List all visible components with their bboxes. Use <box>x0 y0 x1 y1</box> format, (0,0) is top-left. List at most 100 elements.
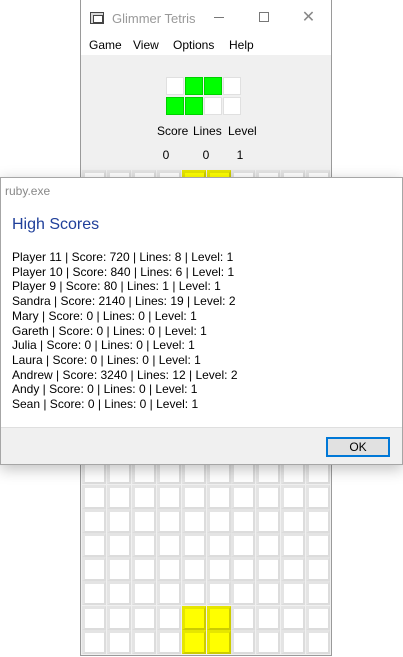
board-cell <box>107 509 131 533</box>
board-cell <box>182 533 206 557</box>
board-cell <box>231 630 255 654</box>
menu-game[interactable]: Game <box>89 38 122 52</box>
preview-block <box>166 97 184 115</box>
board-cell <box>231 533 255 557</box>
close-button[interactable]: ✕ <box>286 0 331 34</box>
menu-view[interactable]: View <box>133 38 159 52</box>
board-block <box>182 606 206 630</box>
board-cell <box>82 509 106 533</box>
board-cell <box>107 630 131 654</box>
preview-empty-cell <box>223 77 241 95</box>
score-entry: Mary | Score: 0 | Lines: 0 | Level: 1 <box>12 308 197 323</box>
board-cell <box>157 485 181 509</box>
score-entry: Andrew | Score: 3240 | Lines: 12 | Level… <box>12 367 238 382</box>
board-cell <box>182 581 206 605</box>
lines-label: Lines <box>193 124 222 138</box>
board-cell <box>82 581 106 605</box>
board-cell <box>207 533 231 557</box>
board-cell <box>281 606 305 630</box>
dialog-title: ruby.exe <box>5 184 51 198</box>
menu-options[interactable]: Options <box>173 38 214 52</box>
board-cell <box>107 606 131 630</box>
board-cell <box>256 485 280 509</box>
menu-bar: Game View Options Help <box>81 34 331 55</box>
board-cell <box>132 557 156 581</box>
preview-empty-cell <box>223 97 241 115</box>
board-cell <box>256 557 280 581</box>
score-entry: Sandra | Score: 2140 | Lines: 19 | Level… <box>12 294 236 309</box>
board-cell <box>281 533 305 557</box>
minimize-button[interactable] <box>196 0 241 34</box>
board-cell <box>256 581 280 605</box>
board-cell <box>281 485 305 509</box>
board-cell <box>132 581 156 605</box>
title-bar[interactable]: Glimmer Tetris ✕ <box>81 0 331 34</box>
board-cell <box>132 606 156 630</box>
board-cell <box>306 606 330 630</box>
close-icon: ✕ <box>301 9 316 26</box>
board-cell <box>107 533 131 557</box>
board-cell <box>207 581 231 605</box>
board-cell <box>82 533 106 557</box>
high-scores-dialog: ruby.exe High Scores Player 11 | Score: … <box>0 177 403 465</box>
ok-button[interactable]: OK <box>326 437 390 457</box>
maximize-icon <box>258 12 269 22</box>
board-cell <box>132 485 156 509</box>
score-entry: Player 10 | Score: 840 | Lines: 6 | Leve… <box>12 264 235 279</box>
score-entry: Player 9 | Score: 80 | Lines: 1 | Level:… <box>12 279 221 294</box>
board-cell <box>132 509 156 533</box>
board-cell <box>132 533 156 557</box>
level-value: 1 <box>236 148 244 162</box>
board-block <box>207 630 231 654</box>
board-cell <box>231 606 255 630</box>
board-cell <box>157 606 181 630</box>
menu-help[interactable]: Help <box>229 38 254 52</box>
board-cell <box>182 557 206 581</box>
score-entry: Laura | Score: 0 | Lines: 0 | Level: 1 <box>12 352 201 367</box>
minimize-icon <box>213 16 224 18</box>
next-piece-preview <box>166 77 244 117</box>
board-cell <box>256 606 280 630</box>
dialog-footer: OK <box>1 427 402 464</box>
preview-block <box>185 77 203 95</box>
board-cell <box>306 581 330 605</box>
board-block <box>207 606 231 630</box>
score-entry: Sean | Score: 0 | Lines: 0 | Level: 1 <box>12 397 199 412</box>
board-cell <box>82 557 106 581</box>
level-label: Level <box>228 124 257 138</box>
preview-empty-cell <box>204 97 222 115</box>
board-cell <box>82 606 106 630</box>
board-cell <box>256 533 280 557</box>
score-entry: Player 11 | Score: 720 | Lines: 8 | Leve… <box>12 250 234 264</box>
window-title: Glimmer Tetris <box>112 11 196 26</box>
board-cell <box>256 509 280 533</box>
board-block <box>182 630 206 654</box>
preview-block <box>185 97 203 115</box>
board-cell <box>132 630 156 654</box>
board-cell <box>207 509 231 533</box>
board-cell <box>107 581 131 605</box>
board-cell <box>306 485 330 509</box>
score-value: 0 <box>162 148 170 162</box>
high-score-list: Player 11 | Score: 720 | Lines: 8 | Leve… <box>12 250 238 412</box>
board-cell <box>82 485 106 509</box>
board-cell <box>306 630 330 654</box>
board-cell <box>157 630 181 654</box>
board-cell <box>182 485 206 509</box>
board-cell <box>231 581 255 605</box>
board-cell <box>207 485 231 509</box>
board-cell <box>157 533 181 557</box>
board-cell <box>207 557 231 581</box>
board-cell <box>281 509 305 533</box>
score-label: Score <box>157 124 189 138</box>
board-cell <box>306 533 330 557</box>
board-cell <box>157 581 181 605</box>
board-cell <box>82 630 106 654</box>
board-cell <box>107 557 131 581</box>
score-entry: Andy | Score: 0 | Lines: 0 | Level: 1 <box>12 382 198 397</box>
maximize-button[interactable] <box>241 0 286 34</box>
board-cell <box>231 485 255 509</box>
board-cell <box>107 485 131 509</box>
board-cell <box>281 581 305 605</box>
board-cell <box>231 557 255 581</box>
